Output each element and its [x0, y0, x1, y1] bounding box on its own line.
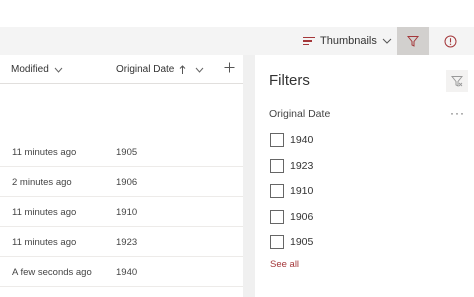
filter-group-title: Original Date	[269, 108, 331, 120]
modified-cell: 11 minutes ago	[12, 207, 77, 218]
original-date-cell: 1940	[116, 267, 138, 278]
plus-icon	[224, 62, 235, 73]
column-header-label: Original Date	[116, 64, 175, 75]
chevron-down-icon	[54, 67, 63, 73]
view-options-icon	[303, 37, 315, 45]
filter-option-label: 1923	[290, 160, 314, 172]
modified-cell: A few seconds ago	[12, 267, 92, 278]
sort-ascending-arrow-icon	[180, 64, 186, 74]
filter-pane-button[interactable]	[397, 27, 429, 55]
filter-checkbox[interactable]	[270, 184, 284, 198]
original-date-cell: 1906	[116, 177, 138, 188]
filter-option-label: 1906	[290, 211, 314, 223]
table-row[interactable]: 2 minutes ago 1906	[0, 167, 243, 197]
original-date-cell: 1905	[116, 147, 138, 158]
filter-checkbox[interactable]	[270, 235, 284, 249]
original-date-cell: 1910	[116, 207, 138, 218]
filter-option[interactable]: 1923	[270, 159, 313, 173]
filter-option[interactable]: 1940	[270, 133, 313, 147]
view-switcher-button[interactable]: Thumbnails	[300, 27, 392, 55]
top-blank-area	[0, 0, 474, 27]
filter-option[interactable]: 1905	[270, 235, 313, 249]
chevron-down-icon	[195, 67, 204, 73]
modified-cell: 2 minutes ago	[12, 177, 72, 188]
clear-filters-button[interactable]	[446, 70, 468, 92]
modified-cell: 11 minutes ago	[12, 147, 77, 158]
column-header-original-date[interactable]: Original Date	[116, 64, 204, 75]
chevron-down-icon	[382, 38, 392, 44]
table-row[interactable]: 11 minutes ago 1905	[0, 137, 243, 167]
table-row[interactable]: A few seconds ago 1940	[0, 257, 243, 287]
filter-option-label: 1910	[290, 185, 314, 197]
view-switcher-label: Thumbnails	[320, 35, 377, 47]
original-date-cell: 1923	[116, 237, 138, 248]
filter-option-label: 1905	[290, 236, 314, 248]
list-header: Modified Original Date	[0, 57, 243, 84]
table-row[interactable]: 11 minutes ago 1910	[0, 197, 243, 227]
info-button[interactable]	[436, 27, 464, 55]
filters-panel-title: Filters	[269, 72, 310, 89]
filter-option-label: 1940	[290, 134, 314, 146]
filter-option[interactable]: 1906	[270, 210, 313, 224]
more-options-button[interactable]: ···	[450, 106, 465, 120]
filter-checkbox[interactable]	[270, 159, 284, 173]
filter-checkbox[interactable]	[270, 210, 284, 224]
more-icon: ···	[450, 106, 465, 120]
filter-option[interactable]: 1910	[270, 184, 313, 198]
column-header-label: Modified	[11, 64, 49, 75]
see-all-link[interactable]: See all	[270, 259, 299, 270]
column-header-modified[interactable]: Modified	[11, 64, 63, 75]
pane-splitter[interactable]	[243, 55, 255, 297]
filter-checkbox[interactable]	[270, 133, 284, 147]
filter-icon	[407, 36, 419, 47]
table-row[interactable]: 11 minutes ago 1923	[0, 227, 243, 257]
add-column-button[interactable]	[224, 60, 235, 76]
info-icon	[444, 35, 456, 47]
filter-clear-icon	[451, 76, 463, 87]
modified-cell: 11 minutes ago	[12, 237, 77, 248]
